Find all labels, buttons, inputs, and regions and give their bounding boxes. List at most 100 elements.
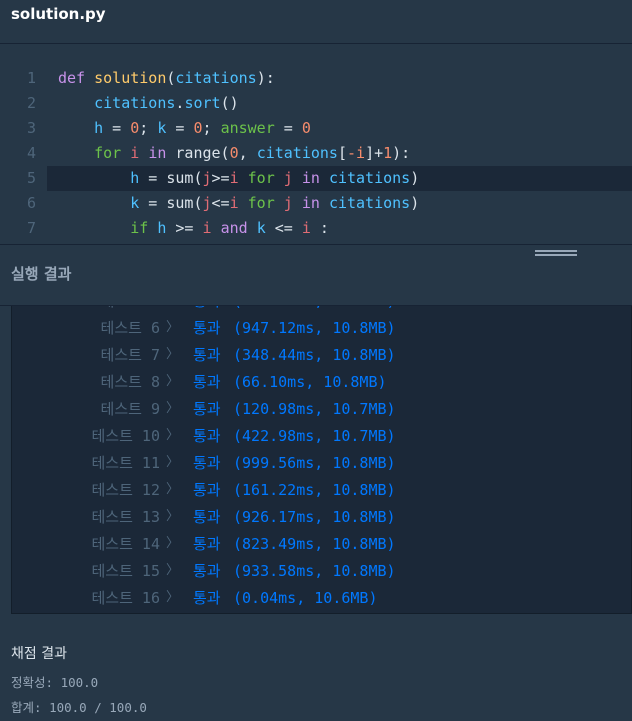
line-number: 3 <box>26 119 36 137</box>
status-badge: 통과 <box>193 562 221 580</box>
results-title: 실행 결과 <box>11 265 72 283</box>
status-badge: 통과 <box>193 535 221 553</box>
code-token: j <box>202 194 212 212</box>
code-line[interactable]: 6 k = sum(j<=i for j in citations) <box>0 191 632 216</box>
code-token: [ <box>337 144 347 162</box>
status-badge: 통과 <box>193 400 221 418</box>
code-token: i <box>202 219 212 237</box>
code-token: if <box>130 219 158 237</box>
file-title: solution.py <box>11 5 106 23</box>
code-token: h <box>94 119 104 137</box>
code-token: solution <box>94 69 167 87</box>
code-line[interactable]: 4 for i in range(0, citations[-i]+1): <box>0 141 632 166</box>
status-badge: 통과 <box>193 589 221 607</box>
code-token: <= <box>265 219 302 237</box>
code-token: >= <box>211 169 230 187</box>
accuracy-line: 정확성: 100.0 <box>11 675 99 690</box>
code-token: k <box>256 219 266 237</box>
code-text: h = sum(j>=i for j in citations) <box>58 166 419 191</box>
file-header: solution.py <box>0 0 632 44</box>
chevron-right-icon: 〉 <box>166 455 180 470</box>
code-token: citations <box>256 144 338 162</box>
result-detail: (120.98ms, 10.7MB) <box>233 400 396 418</box>
status-badge: 통과 <box>193 306 221 312</box>
total-line: 합계: 100.0 / 100.0 <box>11 700 147 715</box>
code-token: i <box>229 194 239 212</box>
test-label: 테스트 15 <box>91 562 161 580</box>
result-row: 테스트 5 〉 통과 (829.08ms, 10.8MB) <box>12 306 612 312</box>
line-number: 4 <box>26 144 36 162</box>
code-line[interactable]: 5 h = sum(j>=i for j in citations) <box>27 166 632 191</box>
code-editor[interactable]: 1 def solution(citations): 2 citations.sor… <box>0 45 632 244</box>
code-line[interactable]: 3 h = 0; k = 0; answer = 0 <box>0 116 632 141</box>
code-token: <= <box>211 194 230 212</box>
code-line[interactable]: 2 citations.sort() <box>0 91 632 116</box>
result-row: 테스트 13 〉 통과 (926.17ms, 10.8MB) <box>12 506 612 528</box>
results-header: 실행 결과 <box>0 244 632 306</box>
status-badge: 통과 <box>193 454 221 472</box>
status-badge: 통과 <box>193 373 221 391</box>
test-label: 테스트 10 <box>91 427 161 445</box>
code-token: 0 <box>130 119 140 137</box>
result-row: 테스트 8 〉 통과 (66.10ms, 10.8MB) <box>12 371 612 393</box>
result-row: 테스트 15 〉 통과 (933.58ms, 10.8MB) <box>12 560 612 582</box>
resize-handle-icon[interactable] <box>535 250 577 260</box>
line-number: 6 <box>26 194 36 212</box>
result-detail: (823.49ms, 10.8MB) <box>233 535 396 553</box>
code-token: 0 <box>193 119 203 137</box>
code-token: answer <box>220 119 275 137</box>
total-value: 100.0 / 100.0 <box>49 700 147 715</box>
code-token: 0 <box>229 144 239 162</box>
test-label: 테스트 14 <box>91 535 161 553</box>
accuracy-label: 정확성 <box>11 675 46 690</box>
status-badge: 통과 <box>193 481 221 499</box>
result-detail: (348.44ms, 10.8MB) <box>233 346 396 364</box>
code-text: def solution(citations): <box>58 66 275 91</box>
code-token: ; <box>139 119 158 137</box>
line-number: 7 <box>26 219 36 237</box>
code-token: ; <box>202 119 221 137</box>
code-token: citations <box>328 194 411 212</box>
code-token: i <box>229 169 239 187</box>
code-text: citations.sort() <box>58 91 239 116</box>
results-list[interactable]: 테스트 5 〉 통과 (829.08ms, 10.8MB) 테스트 6 〉 통과 (947.1… <box>11 306 632 614</box>
result-detail: (926.17ms, 10.8MB) <box>233 508 396 526</box>
result-row: 테스트 9 〉 통과 (120.98ms, 10.7MB) <box>12 398 612 420</box>
code-token: for <box>94 144 131 162</box>
test-label: 테스트 9 <box>100 400 160 418</box>
test-label: 테스트 11 <box>91 454 161 472</box>
total-label: 합계 <box>11 700 35 715</box>
status-badge: 통과 <box>193 427 221 445</box>
code-token: in <box>301 169 329 187</box>
result-row: 테스트 12 〉 통과 (161.22ms, 10.8MB) <box>12 479 612 501</box>
code-token: = <box>166 119 194 137</box>
chevron-right-icon: 〉 <box>166 374 180 389</box>
code-token: citations <box>175 69 257 87</box>
grading-title: 채점 결과 <box>11 646 67 662</box>
code-token: for <box>247 194 284 212</box>
code-token: -i <box>347 144 366 162</box>
code-token: for <box>247 169 284 187</box>
code-token: , <box>238 144 257 162</box>
test-label: 테스트 6 <box>100 319 160 337</box>
line-number: 1 <box>26 69 36 87</box>
result-row: 테스트 14 〉 통과 (823.49ms, 10.8MB) <box>12 533 612 555</box>
result-row: 테스트 6 〉 통과 (947.12ms, 10.8MB) <box>12 317 612 339</box>
code-token: ]+ <box>365 144 384 162</box>
code-token: = sum( <box>139 194 203 212</box>
chevron-right-icon: 〉 <box>166 590 180 605</box>
result-detail: (0.04ms, 10.6MB) <box>233 589 378 607</box>
status-badge: 통과 <box>193 319 221 337</box>
code-token: k <box>130 194 140 212</box>
code-line[interactable]: 7 if h >= i and k <= i : <box>0 216 632 241</box>
chevron-right-icon: 〉 <box>166 401 180 416</box>
result-row: 테스트 10 〉 통과 (422.98ms, 10.7MB) <box>12 425 612 447</box>
code-line[interactable]: 1 def solution(citations): <box>0 66 632 91</box>
code-token: = <box>103 119 131 137</box>
chevron-right-icon: 〉 <box>166 482 180 497</box>
